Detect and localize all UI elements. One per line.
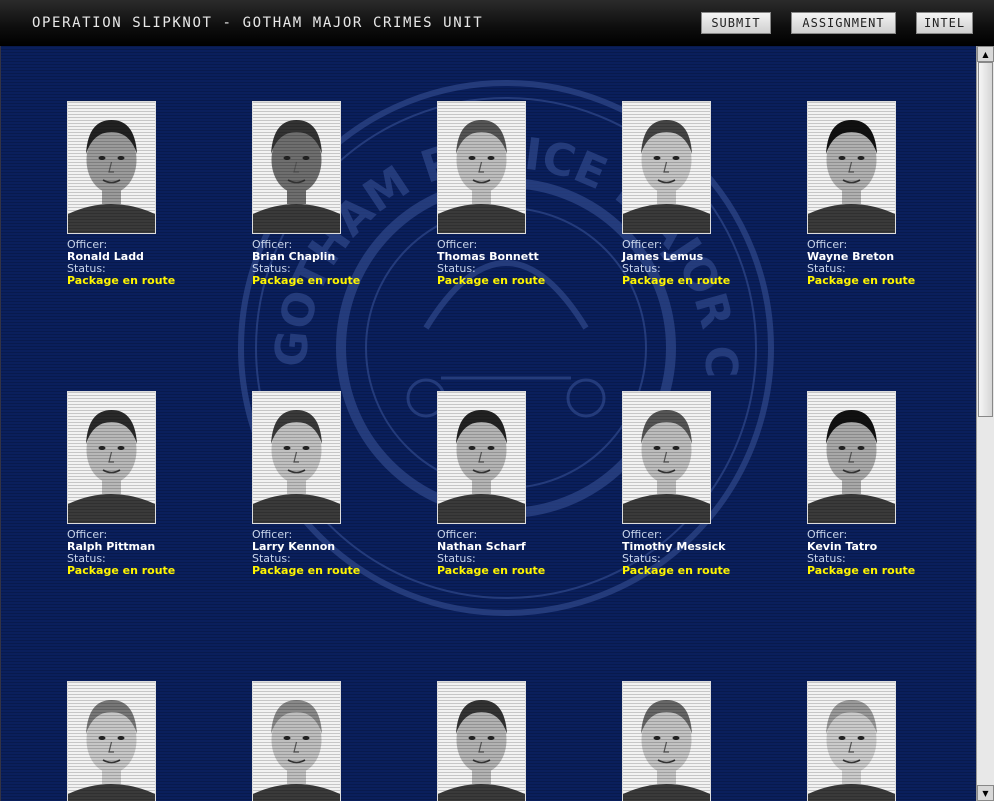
- officer-card[interactable]: [622, 681, 782, 801]
- officer-card[interactable]: [252, 681, 412, 801]
- officer-card[interactable]: Officer: Brian Chaplin Status: Package en r…: [252, 101, 412, 287]
- officer-photo[interactable]: [807, 101, 896, 234]
- officer-card[interactable]: [807, 681, 967, 801]
- app-title: OPERATION SLIPKNOT - GOTHAM MAJOR CRIMES…: [32, 15, 484, 31]
- officer-status[interactable]: Package en route: [807, 565, 967, 577]
- officer-card[interactable]: Officer: Wayne Breton Status: Package en ro…: [807, 101, 967, 287]
- officer-photo[interactable]: [437, 681, 526, 801]
- officer-card[interactable]: Officer: Timothy Messick Status: Package en…: [622, 391, 782, 577]
- officer-card[interactable]: [437, 681, 597, 801]
- officer-status[interactable]: Package en route: [807, 275, 967, 287]
- officer-card[interactable]: Officer: Kevin Tatro Status: Package en rou…: [807, 391, 967, 577]
- officer-status[interactable]: Package en route: [67, 565, 227, 577]
- officer-card[interactable]: Officer: Larry Kennon Status: Package en ro…: [252, 391, 412, 577]
- intel-button[interactable]: INTEL: [916, 12, 973, 34]
- officer-status[interactable]: Package en route: [437, 275, 597, 287]
- officer-photo[interactable]: [252, 681, 341, 801]
- officer-photo[interactable]: [437, 391, 526, 524]
- officer-card[interactable]: [67, 681, 227, 801]
- officer-panel: GOTHAM POLICE MAJOR CRIMES UNIT Officer:…: [0, 46, 977, 801]
- officer-photo[interactable]: [252, 101, 341, 234]
- officer-photo[interactable]: [622, 681, 711, 801]
- officer-photo[interactable]: [437, 101, 526, 234]
- scrollbar-thumb[interactable]: [978, 62, 993, 417]
- officer-card[interactable]: Officer: Ronald Ladd Status: Package en rou…: [67, 101, 227, 287]
- officer-card[interactable]: Officer: James Lemus Status: Package en rou…: [622, 101, 782, 287]
- vertical-scrollbar[interactable]: ▲ ▼: [976, 46, 994, 801]
- officer-status[interactable]: Package en route: [252, 275, 412, 287]
- officer-status[interactable]: Package en route: [622, 565, 782, 577]
- officer-card[interactable]: Officer: Thomas Bonnett Status: Package en …: [437, 101, 597, 287]
- submit-button[interactable]: SUBMIT: [701, 12, 771, 34]
- scroll-up-arrow-icon[interactable]: ▲: [977, 46, 994, 62]
- officer-grid: Officer: Ronald Ladd Status: Package en rou…: [1, 46, 977, 801]
- officer-photo[interactable]: [807, 681, 896, 801]
- officer-status[interactable]: Package en route: [622, 275, 782, 287]
- officer-photo[interactable]: [67, 391, 156, 524]
- scroll-down-arrow-icon[interactable]: ▼: [977, 785, 994, 801]
- officer-status[interactable]: Package en route: [67, 275, 227, 287]
- officer-status[interactable]: Package en route: [437, 565, 597, 577]
- top-bar: OPERATION SLIPKNOT - GOTHAM MAJOR CRIMES…: [0, 0, 994, 47]
- officer-card[interactable]: Officer: Nathan Scharf Status: Package en r…: [437, 391, 597, 577]
- officer-card[interactable]: Officer: Ralph Pittman Status: Package en r…: [67, 391, 227, 577]
- officer-photo[interactable]: [622, 101, 711, 234]
- officer-photo[interactable]: [67, 681, 156, 801]
- officer-photo[interactable]: [67, 101, 156, 234]
- officer-photo[interactable]: [252, 391, 341, 524]
- officer-status[interactable]: Package en route: [252, 565, 412, 577]
- assignment-button[interactable]: ASSIGNMENT: [791, 12, 896, 34]
- officer-photo[interactable]: [622, 391, 711, 524]
- officer-photo[interactable]: [807, 391, 896, 524]
